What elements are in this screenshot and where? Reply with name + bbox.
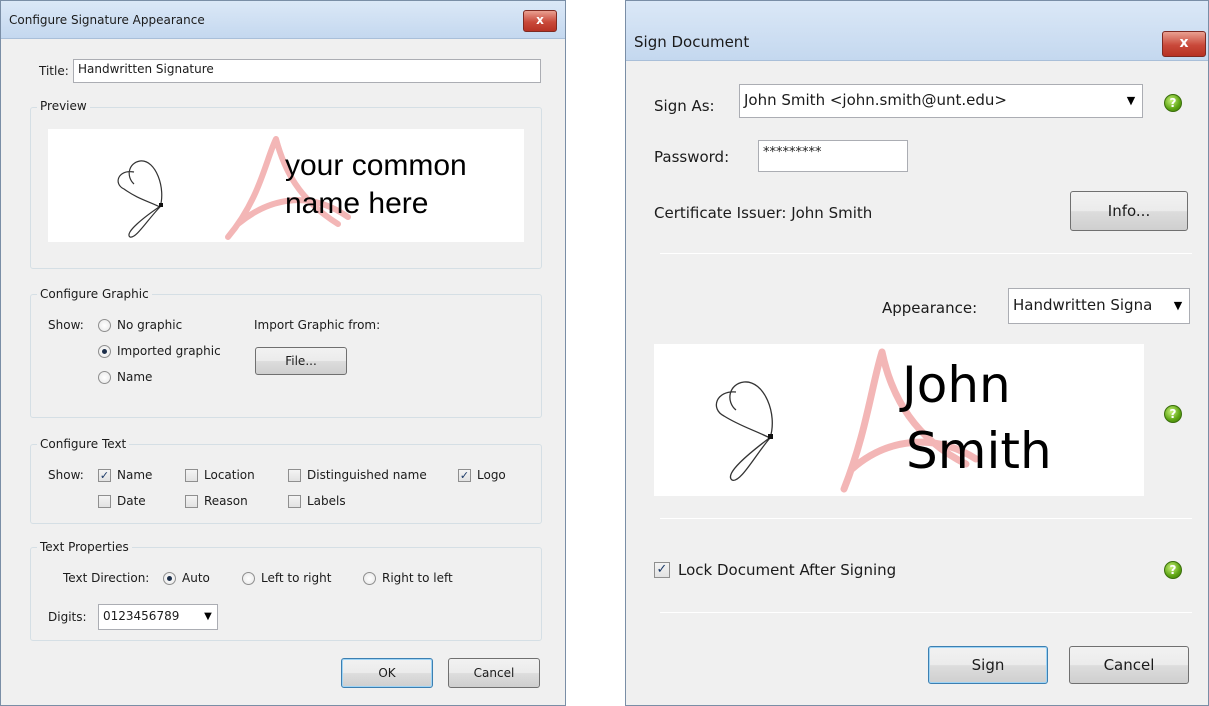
date-checkbox-label: Date (117, 494, 146, 508)
close-button[interactable]: x (1162, 31, 1206, 57)
close-icon: x (536, 13, 544, 27)
preview-label: Preview (37, 99, 90, 113)
cancel-button[interactable]: Cancel (1069, 646, 1189, 684)
help-icon[interactable]: ? (1164, 94, 1182, 112)
file-button[interactable]: File... (255, 347, 347, 375)
info-button[interactable]: Info... (1070, 191, 1188, 231)
auto-direction-radio[interactable] (163, 572, 176, 585)
no-graphic-label: No graphic (117, 318, 183, 332)
configure-graphic-label: Configure Graphic (37, 287, 152, 301)
location-checkbox[interactable] (185, 469, 198, 482)
right-to-left-label: Right to left (382, 571, 453, 585)
sign-as-label: Sign As: (654, 97, 715, 115)
preview-name-line-1: John (902, 356, 1011, 414)
preview-name-text: your common name here (285, 147, 467, 223)
left-to-right-label: Left to right (261, 571, 332, 585)
date-checkbox[interactable] (98, 495, 111, 508)
password-label: Password: (654, 148, 730, 166)
digits-select[interactable]: 0123456789 ▼ (98, 604, 218, 630)
password-input[interactable]: ********* (758, 140, 908, 172)
lock-document-label: Lock Document After Signing (678, 561, 897, 579)
reason-checkbox[interactable] (185, 495, 198, 508)
text-properties-label: Text Properties (37, 540, 132, 554)
title-label: Title: (39, 64, 69, 78)
dialog-title: Configure Signature Appearance (9, 13, 205, 27)
logo-checkbox[interactable]: ✓ (458, 469, 471, 482)
preview-name-line-1: your common (285, 149, 467, 182)
title-bar: Configure Signature Appearance x (1, 1, 565, 39)
signature-preview: John Smith (654, 344, 1144, 496)
title-bar: Sign Document x (626, 1, 1208, 61)
appearance-select[interactable]: Handwritten Signa ▼ (1008, 288, 1190, 324)
cancel-button[interactable]: Cancel (448, 658, 540, 688)
title-input[interactable]: Handwritten Signature (73, 59, 541, 83)
chevron-down-icon: ▼ (1173, 299, 1183, 312)
signature-preview: your common name here (48, 129, 524, 242)
dialog-title: Sign Document (634, 33, 750, 51)
sign-document-dialog: Sign Document x Sign As: John Smith <joh… (625, 0, 1209, 706)
separator (660, 612, 1192, 613)
separator (660, 253, 1192, 254)
ok-button[interactable]: OK (341, 658, 433, 688)
labels-checkbox-label: Labels (307, 494, 346, 508)
location-checkbox-label: Location (204, 468, 255, 482)
reason-checkbox-label: Reason (204, 494, 248, 508)
help-icon[interactable]: ? (1164, 405, 1182, 423)
certificate-issuer-text: Certificate Issuer: John Smith (654, 204, 873, 222)
logo-checkbox-label: Logo (477, 468, 506, 482)
name-graphic-radio[interactable] (98, 371, 111, 384)
distinguished-name-checkbox-label: Distinguished name (307, 468, 427, 482)
sign-as-value: John Smith <john.smith@unt.edu> (744, 91, 1008, 109)
no-graphic-radio[interactable] (98, 319, 111, 332)
configure-text-group (30, 444, 542, 524)
lock-document-checkbox[interactable]: ✓ (654, 562, 670, 578)
configure-text-label: Configure Text (37, 437, 130, 451)
appearance-label: Appearance: (882, 299, 978, 317)
name-checkbox-label: Name (117, 468, 153, 482)
right-to-left-radio[interactable] (363, 572, 376, 585)
auto-direction-label: Auto (182, 571, 210, 585)
text-direction-label: Text Direction: (63, 571, 150, 585)
name-graphic-label: Name (117, 370, 153, 384)
digits-label: Digits: (48, 610, 87, 624)
preview-name-line-2: Smith (906, 422, 1052, 480)
chevron-down-icon: ▼ (204, 611, 212, 622)
imported-graphic-label: Imported graphic (117, 344, 221, 358)
graphic-show-label: Show: (48, 318, 84, 332)
handwritten-signature-graphic (715, 381, 773, 481)
left-to-right-radio[interactable] (242, 572, 255, 585)
chevron-down-icon: ▼ (1126, 94, 1136, 107)
separator (660, 518, 1192, 519)
preview-name-line-2: name here (285, 187, 429, 220)
imported-graphic-radio[interactable] (98, 345, 111, 358)
help-icon[interactable]: ? (1164, 561, 1182, 579)
digits-value: 0123456789 (103, 609, 180, 623)
import-graphic-label: Import Graphic from: (254, 318, 381, 332)
sign-as-select[interactable]: John Smith <john.smith@unt.edu> ▼ (739, 84, 1143, 118)
preview-name-text: John Smith (902, 352, 1052, 484)
name-checkbox[interactable]: ✓ (98, 469, 111, 482)
sign-button[interactable]: Sign (928, 646, 1048, 684)
close-icon: x (1179, 35, 1189, 51)
distinguished-name-checkbox[interactable] (288, 469, 301, 482)
text-show-label: Show: (48, 468, 84, 482)
labels-checkbox[interactable] (288, 495, 301, 508)
close-button[interactable]: x (523, 10, 557, 32)
configure-signature-appearance-dialog: Configure Signature Appearance x Title: … (0, 0, 566, 706)
appearance-value: Handwritten Signa (1013, 296, 1153, 314)
